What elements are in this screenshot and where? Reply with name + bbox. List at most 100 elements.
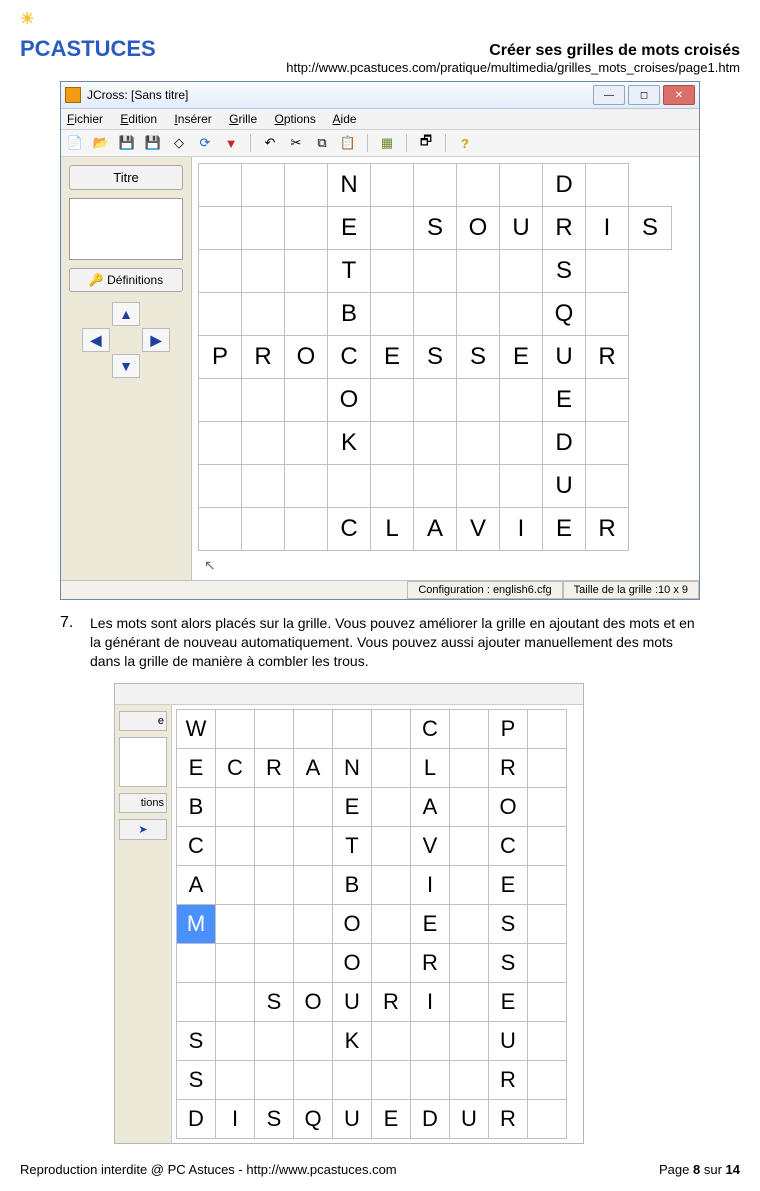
cell[interactable] (450, 865, 489, 904)
cell[interactable] (371, 164, 414, 207)
cell[interactable] (216, 826, 255, 865)
cell[interactable] (255, 943, 294, 982)
cell[interactable] (216, 982, 255, 1021)
cell[interactable]: V (457, 508, 500, 551)
cell[interactable]: U (543, 336, 586, 379)
titre-button[interactable]: Titre (69, 165, 183, 190)
cell[interactable]: O (294, 982, 333, 1021)
cell[interactable]: P (489, 709, 528, 748)
cell[interactable] (294, 865, 333, 904)
menu-edition[interactable]: Edition (120, 112, 157, 126)
cell[interactable] (528, 787, 567, 826)
cell[interactable]: I (500, 508, 543, 551)
cell[interactable] (294, 709, 333, 748)
cell[interactable] (414, 422, 457, 465)
new-icon[interactable]: 📄 (65, 133, 85, 153)
cell[interactable] (199, 465, 242, 508)
cell[interactable]: I (216, 1099, 255, 1138)
cell[interactable]: S (457, 336, 500, 379)
cell[interactable]: U (450, 1099, 489, 1138)
cell[interactable] (372, 1021, 411, 1060)
side2-definitions[interactable]: tions (119, 793, 167, 813)
cell[interactable]: I (411, 865, 450, 904)
cell[interactable] (255, 787, 294, 826)
cell[interactable] (457, 250, 500, 293)
cell[interactable] (216, 1021, 255, 1060)
save-as-icon[interactable]: 💾 (143, 133, 163, 153)
menu-fichier[interactable]: Fichier (67, 112, 103, 126)
cell[interactable] (450, 1060, 489, 1099)
cell[interactable] (528, 865, 567, 904)
cell[interactable] (528, 748, 567, 787)
cell[interactable] (414, 465, 457, 508)
cell[interactable]: A (411, 787, 450, 826)
cell[interactable] (177, 982, 216, 1021)
cell[interactable] (242, 164, 285, 207)
cell[interactable] (255, 709, 294, 748)
cell[interactable]: N (333, 748, 372, 787)
cell[interactable]: S (177, 1060, 216, 1099)
cell[interactable]: O (285, 336, 328, 379)
cell[interactable] (586, 465, 629, 508)
cell[interactable] (333, 709, 372, 748)
cell[interactable] (333, 1060, 372, 1099)
cell[interactable]: W (177, 709, 216, 748)
cell[interactable] (414, 250, 457, 293)
help-icon[interactable]: ? (455, 133, 475, 153)
cell[interactable] (285, 422, 328, 465)
cell[interactable] (255, 865, 294, 904)
cell[interactable] (457, 379, 500, 422)
cell[interactable] (216, 904, 255, 943)
cell[interactable] (255, 826, 294, 865)
cell[interactable] (500, 422, 543, 465)
cell[interactable]: C (328, 336, 371, 379)
cell[interactable] (371, 379, 414, 422)
side2-arrow[interactable]: ➤ (119, 819, 167, 840)
cell[interactable]: S (255, 982, 294, 1021)
cell[interactable] (372, 943, 411, 982)
cell[interactable]: R (489, 1060, 528, 1099)
paste-icon[interactable]: 📋 (338, 133, 358, 153)
cell[interactable]: S (489, 904, 528, 943)
cell[interactable]: K (333, 1021, 372, 1060)
cell[interactable] (285, 250, 328, 293)
cell[interactable] (371, 465, 414, 508)
cell[interactable] (586, 164, 629, 207)
cell[interactable] (371, 207, 414, 250)
cell[interactable]: T (333, 826, 372, 865)
cell[interactable]: O (333, 943, 372, 982)
cell[interactable]: B (177, 787, 216, 826)
cell[interactable] (528, 982, 567, 1021)
cell[interactable] (285, 164, 328, 207)
cell[interactable] (371, 250, 414, 293)
cell[interactable] (450, 904, 489, 943)
cell[interactable]: P (199, 336, 242, 379)
menu-options[interactable]: Options (274, 112, 315, 126)
cell[interactable] (285, 508, 328, 551)
cell[interactable]: K (328, 422, 371, 465)
cell[interactable] (528, 709, 567, 748)
definitions-button[interactable]: 🔑 Définitions (69, 268, 183, 292)
cell[interactable]: C (411, 709, 450, 748)
cell[interactable]: C (328, 508, 371, 551)
cell[interactable] (199, 422, 242, 465)
cell[interactable] (199, 207, 242, 250)
cell[interactable] (372, 865, 411, 904)
cell[interactable]: O (489, 787, 528, 826)
cell[interactable] (242, 250, 285, 293)
cell[interactable] (411, 1021, 450, 1060)
cut-icon[interactable]: ✂ (286, 133, 306, 153)
grid-icon[interactable]: ▦ (377, 133, 397, 153)
cell[interactable] (294, 1060, 333, 1099)
cell[interactable] (177, 943, 216, 982)
cell[interactable] (450, 1021, 489, 1060)
cell[interactable] (414, 379, 457, 422)
cell[interactable] (199, 379, 242, 422)
cell[interactable]: O (328, 379, 371, 422)
cell[interactable] (371, 293, 414, 336)
cell[interactable] (500, 379, 543, 422)
cell[interactable] (500, 465, 543, 508)
cell[interactable] (242, 422, 285, 465)
crossword-grid-1[interactable]: NDESOURISTSBQPROCESSEUROEKDUCLAVIER (198, 163, 672, 551)
cell[interactable]: C (489, 826, 528, 865)
